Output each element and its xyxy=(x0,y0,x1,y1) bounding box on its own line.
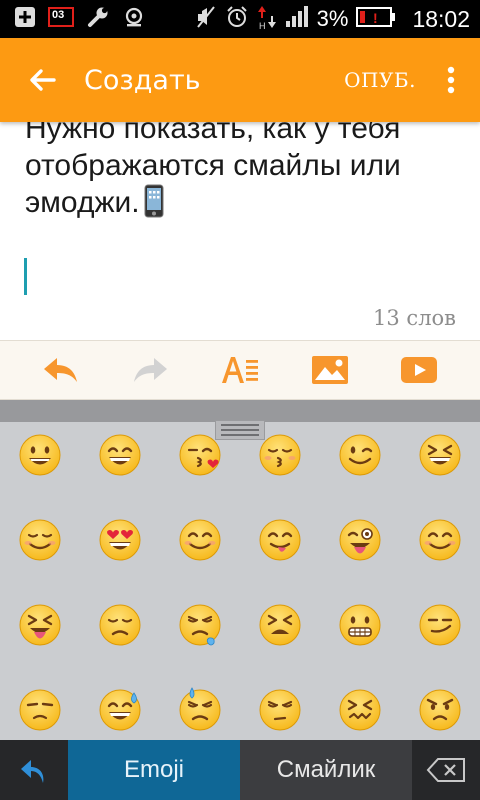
app-bar: Создать ОПУБ. xyxy=(0,38,480,122)
emoji-key-downcast-face-sweat[interactable] xyxy=(170,680,230,740)
emoji-key-squinting-face-tongue[interactable] xyxy=(10,595,70,655)
clock: 18:02 xyxy=(412,5,470,32)
keyboard-drag-handle[interactable] xyxy=(215,420,265,440)
emoji-keyboard: Emoji Смайлик xyxy=(0,400,480,800)
redo-icon xyxy=(134,358,168,382)
battery-low-icon: ! xyxy=(356,6,396,32)
keyboard-divider xyxy=(0,400,480,422)
sim-card-icon: 03 xyxy=(48,6,74,32)
keyboard-delete-key[interactable] xyxy=(412,740,480,800)
signal-icon xyxy=(285,5,309,33)
page-title: Создать xyxy=(84,64,201,96)
emoji-key-face-savoring-food[interactable] xyxy=(250,510,310,570)
text-format-icon xyxy=(221,357,258,383)
emoji-key-smiling-face-blush[interactable] xyxy=(410,510,470,570)
undo-button[interactable] xyxy=(33,345,89,395)
insert-image-button[interactable] xyxy=(302,345,358,395)
emoji-key-pensive-face[interactable] xyxy=(250,680,310,740)
format-toolbar xyxy=(0,340,480,400)
post-body-text: Нужно показать, как у тебя отображаются … xyxy=(25,112,401,219)
location-icon xyxy=(122,5,146,33)
emoji-key-angry-face[interactable] xyxy=(410,680,470,740)
undo-arrow-icon xyxy=(21,760,44,783)
insert-video-button[interactable] xyxy=(391,345,447,395)
back-button[interactable] xyxy=(0,38,84,122)
emoji-key-unamused-face[interactable] xyxy=(10,680,70,740)
emoji-key-relieved-face[interactable] xyxy=(10,510,70,570)
redo-button[interactable] xyxy=(122,345,178,395)
emoji-key-smiling-face-open-mouth[interactable] xyxy=(90,425,150,485)
sim-badge: 03 xyxy=(52,9,65,21)
emoji-key-winking-face[interactable] xyxy=(330,425,390,485)
post-editor[interactable]: Нужно показать, как у тебя отображаются … xyxy=(0,110,480,340)
add-box-icon xyxy=(14,6,36,32)
emoji-grid xyxy=(0,422,480,740)
video-icon xyxy=(401,357,438,383)
arrow-back-icon xyxy=(30,69,56,91)
post-body[interactable]: Нужно показать, как у тебя отображаются … xyxy=(25,110,465,227)
status-bar: 03 H 3% ! 18:02 xyxy=(0,0,480,38)
tab-emoji[interactable]: Emoji xyxy=(68,740,240,800)
battery-percent: 3% xyxy=(316,6,349,31)
mobile-phone-icon xyxy=(144,184,164,227)
data-transfer-icon: H xyxy=(257,4,277,34)
emoji-key-tired-face[interactable] xyxy=(250,595,310,655)
emoji-key-smiling-face[interactable] xyxy=(170,510,230,570)
svg-text:H: H xyxy=(259,21,266,30)
emoji-key-sleepy-face[interactable] xyxy=(170,595,230,655)
text-cursor xyxy=(24,258,27,295)
word-count: 13 слов xyxy=(373,306,456,330)
keyboard-bottom-bar: Emoji Смайлик xyxy=(0,740,480,800)
emoji-key-heart-eyes-face[interactable] xyxy=(90,510,150,570)
overflow-menu-button[interactable] xyxy=(422,38,480,122)
text-format-button[interactable] xyxy=(212,345,268,395)
undo-icon xyxy=(43,358,77,382)
emoji-key-confounded-face[interactable] xyxy=(330,680,390,740)
more-vertical-icon xyxy=(447,66,455,94)
emoji-key-grinning-face[interactable] xyxy=(10,425,70,485)
screen: 03 H 3% ! 18:02 Создать ОПУБ. Нужно пока… xyxy=(0,0,480,800)
emoji-key-disappointed-face[interactable] xyxy=(90,595,150,655)
wrench-icon xyxy=(86,5,110,33)
emoji-key-smirking-face[interactable] xyxy=(410,595,470,655)
alarm-icon xyxy=(225,5,249,33)
emoji-key-grinning-squinting-face[interactable] xyxy=(410,425,470,485)
publish-button[interactable]: ОПУБ. xyxy=(338,68,422,92)
emoji-key-grinning-face-sweat[interactable] xyxy=(90,680,150,740)
emoji-key-winking-face-tongue[interactable] xyxy=(330,510,390,570)
backspace-icon xyxy=(426,758,465,782)
tab-smiley[interactable]: Смайлик xyxy=(240,740,412,800)
mute-icon xyxy=(195,5,217,33)
emoji-key-grimacing-face[interactable] xyxy=(330,595,390,655)
svg-text:!: ! xyxy=(373,10,378,26)
keyboard-undo-key[interactable] xyxy=(0,740,68,800)
image-icon xyxy=(311,356,348,384)
